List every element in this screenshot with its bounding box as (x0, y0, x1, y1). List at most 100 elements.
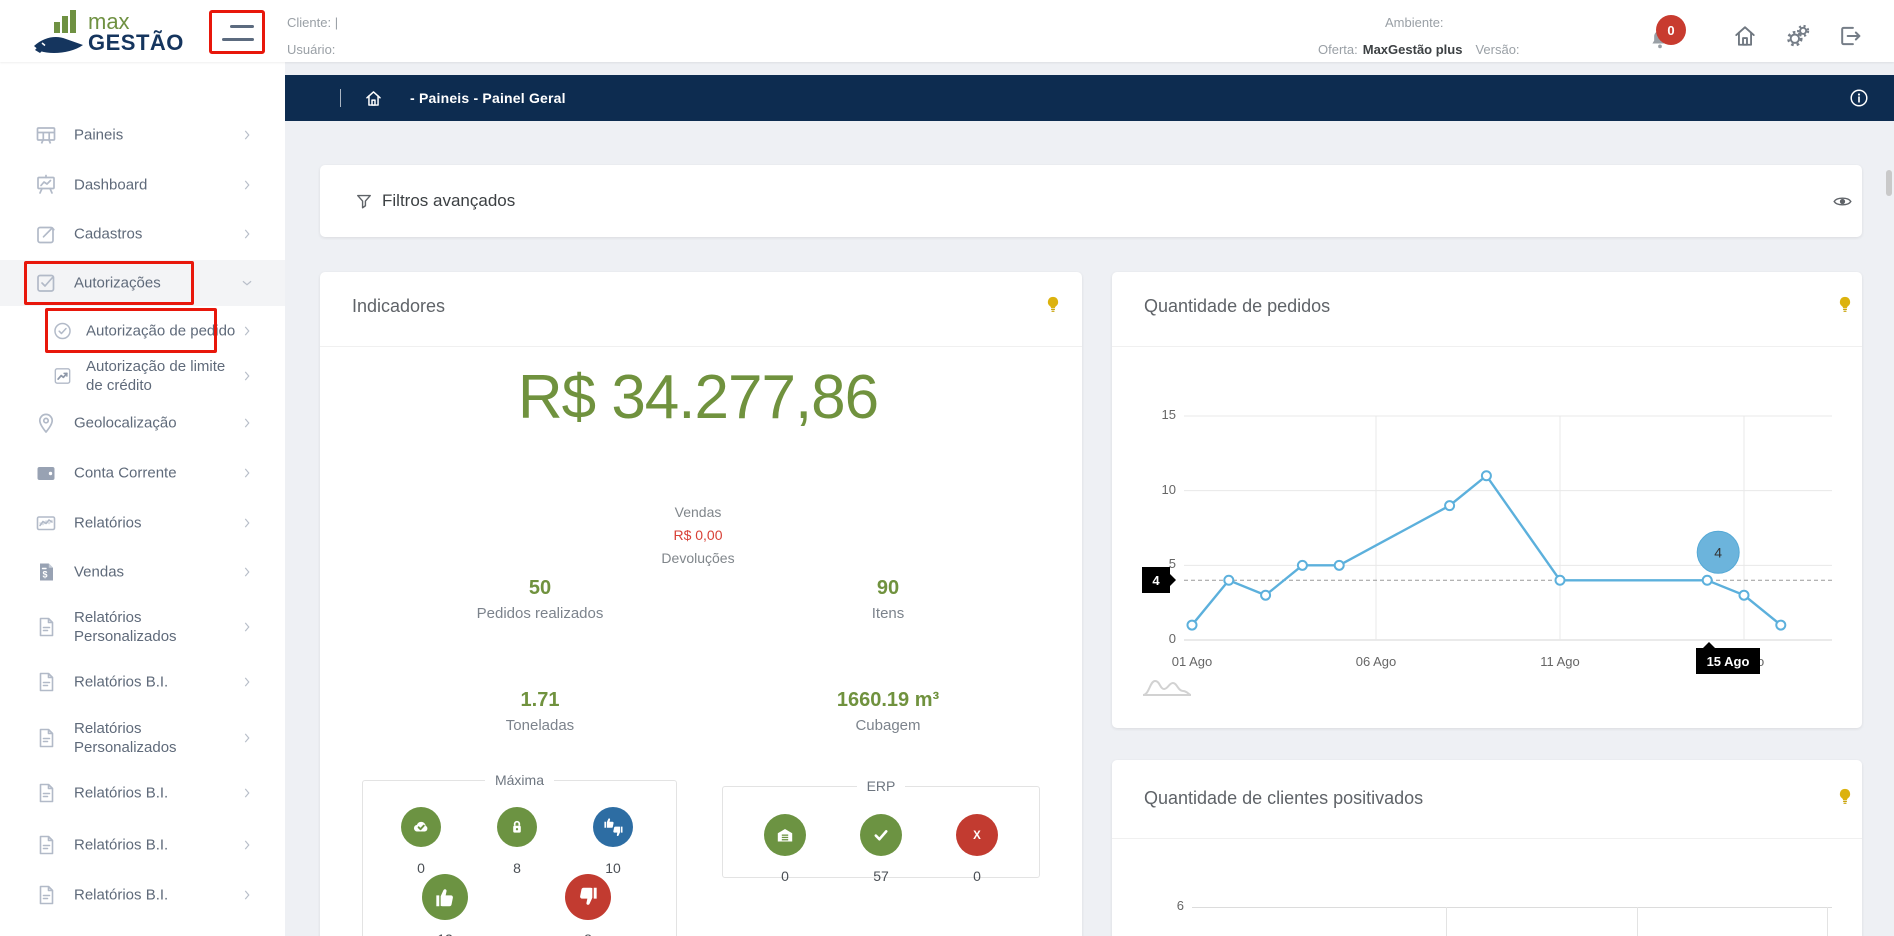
notification-badge[interactable]: 0 (1656, 15, 1686, 45)
maxgestao-logo-icon (30, 6, 86, 58)
document-icon (34, 883, 58, 907)
sidebar-item-cadastros[interactable]: Cadastros (0, 211, 285, 257)
chart-navigator-sparkline-icon[interactable] (1140, 672, 1196, 700)
count-label: 10 (605, 860, 621, 876)
warehouse-icon[interactable] (764, 814, 806, 856)
breadcrumb-divider (340, 89, 341, 107)
chevron-right-icon (240, 516, 254, 530)
sidebar-item-relatorios-personalizados[interactable]: Relatórios Personalizados (0, 715, 285, 761)
map-pin-icon (34, 411, 58, 435)
panel-title: Quantidade de clientes positivados (1144, 788, 1423, 809)
lightbulb-icon[interactable] (1834, 786, 1856, 808)
pedidos-chart: 4 4 15 Ago 05101501 Ago06 Ago11 Ago16 Ag… (1112, 272, 1862, 728)
usuario-label: Usuário: (287, 42, 335, 57)
chevron-right-icon (240, 466, 254, 480)
oferta-label: Oferta: (1318, 42, 1358, 57)
data-point[interactable] (1445, 501, 1454, 510)
breadcrumb-home-icon[interactable] (363, 88, 384, 109)
check-icon[interactable] (860, 814, 902, 856)
lock-icon[interactable] (497, 807, 537, 847)
cloud-check-icon[interactable] (401, 807, 441, 847)
stat-label: Pedidos realizados (420, 605, 660, 622)
sidebar-item-relatorios-bi[interactable]: Relatórios B.I. (0, 822, 285, 868)
maxima-group: Máxima 0 8 10 12 8 (362, 772, 677, 936)
table-panels-icon (34, 123, 58, 147)
stat-label: Itens (768, 605, 1008, 622)
sidebar-item-paineis[interactable]: Paineis (0, 112, 285, 158)
document-icon (34, 833, 58, 857)
sidebar-item-autorizacao-limite-credito[interactable]: Autorização de limite de crédito (0, 353, 285, 399)
sidebar-item-geolocalizacao[interactable]: Geolocalização (0, 400, 285, 446)
sidebar-item-label: Relatórios Personalizados (74, 608, 226, 646)
sidebar-item-label: Geolocalização (74, 414, 177, 433)
x-tick-label: 01 Ago (1152, 654, 1232, 669)
vendas-label: Vendas (358, 504, 1038, 520)
sidebar-item-conta-corrente[interactable]: Conta Corrente (0, 450, 285, 496)
chevron-right-icon (240, 416, 254, 430)
logo-text-gestao: GESTÃO (88, 30, 184, 56)
eye-icon[interactable] (1832, 191, 1853, 212)
sidebar-item-relatorios-personalizados[interactable]: Relatórios Personalizados (0, 604, 285, 650)
sidebar-item-label: Autorização de limite de crédito (86, 357, 238, 395)
sidebar-item-label: Vendas (74, 563, 124, 582)
sidebar-item-vendas[interactable]: $ Vendas (0, 549, 285, 595)
total-sales-value: R$ 34.277,86 (358, 362, 1038, 433)
thumbs-updown-icon[interactable] (593, 807, 633, 847)
cliente-value: | (335, 15, 338, 30)
ambiente-label: Ambiente: (1385, 15, 1444, 30)
sidebar-item-dashboard[interactable]: Dashboard (0, 162, 285, 208)
chevron-right-icon (240, 888, 254, 902)
stat-value: 1660.19 m³ (768, 689, 1008, 712)
annotation-box-hamburger (209, 10, 265, 54)
gridline (1192, 907, 1832, 908)
data-point[interactable] (1298, 561, 1307, 570)
data-point[interactable] (1703, 576, 1712, 585)
data-point[interactable] (1776, 621, 1785, 630)
sidebar-item-relatorios[interactable]: Relatórios (0, 500, 285, 546)
data-point[interactable] (1261, 591, 1270, 600)
sidebar-item-relatorios-bi[interactable]: Relatórios B.I. (0, 770, 285, 816)
sidebar-item-label: Relatórios Personalizados (74, 719, 226, 757)
chevron-right-icon (240, 324, 254, 338)
sidebar-item-label: Autorizações (74, 274, 161, 293)
sidebar-item-relatorios-bi[interactable]: Relatórios B.I. (0, 872, 285, 918)
filters-title: Filtros avançados (382, 191, 515, 211)
sidebar-nav: Paineis Dashboard Cadastros Autorizações… (0, 62, 285, 936)
document-icon (34, 670, 58, 694)
filter-funnel-icon (354, 191, 374, 211)
lightbulb-icon[interactable] (1042, 294, 1064, 316)
data-point[interactable] (1188, 621, 1197, 630)
hamburger-menu-icon[interactable] (212, 13, 262, 51)
svg-text:$: $ (42, 570, 47, 580)
x-mark-icon[interactable]: X (956, 814, 998, 856)
chevron-right-icon (240, 178, 254, 192)
filters-panel[interactable]: Filtros avançados (320, 165, 1862, 237)
settings-gears-icon[interactable] (1784, 22, 1812, 50)
data-point[interactable] (1556, 576, 1565, 585)
data-point[interactable] (1740, 591, 1749, 600)
edit-square-icon (34, 222, 58, 246)
sidebar-item-relatorios-bi[interactable]: Relatórios B.I. (0, 659, 285, 705)
data-point[interactable] (1224, 576, 1233, 585)
easel-chart-icon (34, 173, 58, 197)
document-icon (34, 726, 58, 750)
versao-label: Versão: (1475, 42, 1519, 57)
count-label: 57 (873, 868, 889, 884)
chevron-right-icon (240, 227, 254, 241)
data-point[interactable] (1482, 471, 1491, 480)
document-icon (34, 781, 58, 805)
scrollbar-thumb[interactable] (1886, 170, 1892, 196)
logout-icon[interactable] (1836, 22, 1864, 50)
sales-document-icon: $ (34, 560, 58, 584)
erp-group: ERP 0 57 X 0 (722, 778, 1040, 878)
thumb-up-icon[interactable] (422, 874, 468, 920)
sidebar-item-autorizacao-de-pedido[interactable]: Autorização de pedido (0, 308, 285, 354)
pedidos-panel: Quantidade de pedidos 4 4 15 Ago 0510150… (1112, 272, 1862, 728)
home-icon[interactable] (1731, 22, 1759, 50)
app-root: max GESTÃO Cliente: | Usuário: Ambiente:… (0, 0, 1894, 936)
sidebar-item-autorizacoes[interactable]: Autorizações (0, 260, 285, 306)
info-icon[interactable] (1848, 87, 1870, 109)
data-point[interactable] (1335, 561, 1344, 570)
thumb-down-icon[interactable] (565, 874, 611, 920)
x-tick-label: 06 Ago (1336, 654, 1416, 669)
